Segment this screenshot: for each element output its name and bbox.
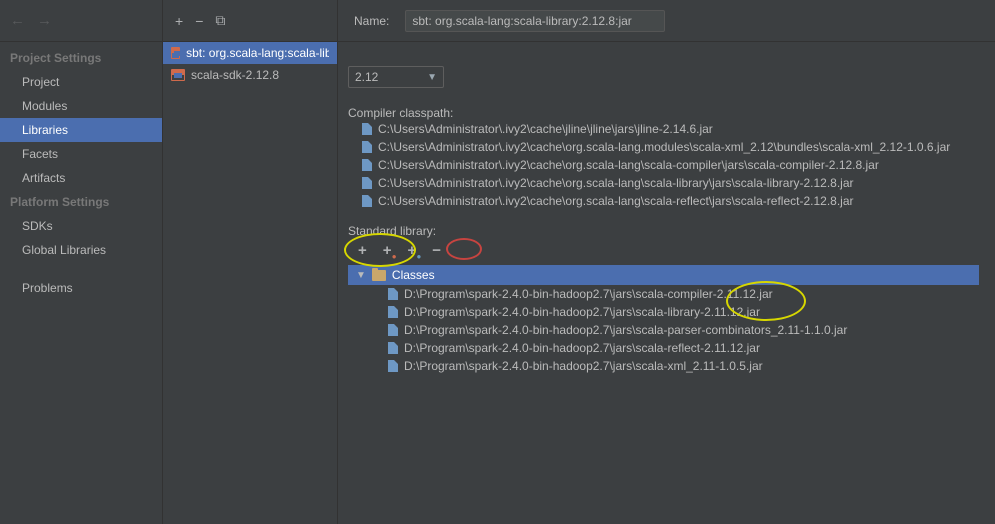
sidebar-item-sdks[interactable]: SDKs: [0, 214, 162, 238]
expand-icon: ▼: [356, 270, 366, 281]
classpath-text: C:\Users\Administrator\.ivy2\cache\jline…: [378, 122, 713, 136]
classpath-text: C:\Users\Administrator\.ivy2\cache\org.s…: [378, 158, 879, 172]
sidebar-item-global-libraries[interactable]: Global Libraries: [0, 238, 162, 262]
sidebar-heading-platform: Platform Settings: [0, 190, 162, 214]
class-text: D:\Program\spark-2.4.0-bin-hadoop2.7\jar…: [404, 287, 773, 301]
classes-tree: ▼ Classes D:\Program\spark-2.4.0-bin-had…: [348, 265, 979, 375]
version-combo[interactable]: 2.12 ▼: [348, 66, 444, 88]
class-text: D:\Program\spark-2.4.0-bin-hadoop2.7\jar…: [404, 323, 847, 337]
settings-sidebar: Project Settings Project Modules Librari…: [0, 42, 163, 524]
library-list-label: scala-sdk-2.12.8: [191, 68, 279, 82]
back-arrow[interactable]: ←: [10, 12, 25, 29]
copy-icon[interactable]: ⧉: [215, 12, 225, 29]
sidebar-item-libraries[interactable]: Libraries: [0, 118, 162, 142]
jar-icon: [388, 288, 398, 300]
add-blue-button[interactable]: +●: [408, 242, 417, 259]
remove-button[interactable]: −: [432, 242, 441, 259]
class-row[interactable]: D:\Program\spark-2.4.0-bin-hadoop2.7\jar…: [348, 339, 979, 357]
sidebar-item-modules[interactable]: Modules: [0, 94, 162, 118]
class-row[interactable]: D:\Program\spark-2.4.0-bin-hadoop2.7\jar…: [348, 285, 979, 303]
version-value: 2.12: [355, 70, 378, 84]
jar-icon: [388, 342, 398, 354]
library-icon: [171, 47, 180, 59]
classpath-text: C:\Users\Administrator\.ivy2\cache\org.s…: [378, 176, 854, 190]
library-list-item[interactable]: scala-sdk-2.12.8: [163, 64, 337, 86]
sidebar-item-project[interactable]: Project: [0, 70, 162, 94]
annotation-ellipse-red: [446, 238, 482, 260]
library-list-item[interactable]: sbt: org.scala-lang:scala-library:2.12.8…: [163, 42, 337, 64]
nav-arrows: ← →: [0, 0, 163, 41]
name-area: Name:: [338, 0, 995, 41]
annotation-ellipse-yellow: [344, 233, 416, 267]
class-text: D:\Program\spark-2.4.0-bin-hadoop2.7\jar…: [404, 341, 760, 355]
jar-icon: [362, 159, 372, 171]
jar-icon: [362, 123, 372, 135]
library-toolbar: + − ⧉: [163, 0, 338, 41]
remove-icon[interactable]: −: [195, 13, 203, 29]
detail-panel: 2.12 ▼ Compiler classpath: C:\Users\Admi…: [338, 42, 995, 524]
class-row[interactable]: D:\Program\spark-2.4.0-bin-hadoop2.7\jar…: [348, 357, 979, 375]
folder-icon: [372, 270, 386, 281]
library-list: sbt: org.scala-lang:scala-library:2.12.8…: [163, 42, 338, 524]
classpath-text: C:\Users\Administrator\.ivy2\cache\org.s…: [378, 140, 950, 154]
sidebar-heading-project: Project Settings: [0, 46, 162, 70]
jar-icon: [388, 306, 398, 318]
library-list-label: sbt: org.scala-lang:scala-library:2.12.8…: [186, 46, 329, 60]
forward-arrow[interactable]: →: [37, 12, 52, 29]
class-text: D:\Program\spark-2.4.0-bin-hadoop2.7\jar…: [404, 359, 763, 373]
classpath-row[interactable]: C:\Users\Administrator\.ivy2\cache\org.s…: [348, 156, 979, 174]
sidebar-item-problems[interactable]: Problems: [0, 276, 162, 300]
name-input[interactable]: [405, 10, 665, 32]
jar-icon: [362, 141, 372, 153]
jar-icon: [362, 195, 372, 207]
jar-icon: [388, 324, 398, 336]
sidebar-item-facets[interactable]: Facets: [0, 142, 162, 166]
classpath-row[interactable]: C:\Users\Administrator\.ivy2\cache\org.s…: [348, 192, 979, 210]
compiler-classpath-label: Compiler classpath:: [348, 106, 979, 120]
class-row[interactable]: D:\Program\spark-2.4.0-bin-hadoop2.7\jar…: [348, 321, 979, 339]
class-row[interactable]: D:\Program\spark-2.4.0-bin-hadoop2.7\jar…: [348, 303, 979, 321]
library-icon: [171, 69, 185, 81]
classpath-row[interactable]: C:\Users\Administrator\.ivy2\cache\org.s…: [348, 138, 979, 156]
add-button[interactable]: +: [358, 242, 367, 259]
name-label: Name:: [354, 14, 389, 28]
chevron-down-icon: ▼: [427, 72, 437, 83]
classes-label: Classes: [392, 268, 435, 282]
stdlib-toolbar: + +● +● −: [348, 238, 979, 263]
class-text: D:\Program\spark-2.4.0-bin-hadoop2.7\jar…: [404, 305, 760, 319]
add-icon[interactable]: +: [175, 13, 183, 29]
classes-node[interactable]: ▼ Classes: [348, 265, 979, 285]
standard-library-label: Standard library:: [348, 224, 979, 238]
top-bar: ← → + − ⧉ Name:: [0, 0, 995, 42]
jar-icon: [362, 177, 372, 189]
classpath-row[interactable]: C:\Users\Administrator\.ivy2\cache\jline…: [348, 120, 979, 138]
classpath-text: C:\Users\Administrator\.ivy2\cache\org.s…: [378, 194, 854, 208]
sidebar-item-artifacts[interactable]: Artifacts: [0, 166, 162, 190]
jar-icon: [388, 360, 398, 372]
classpath-row[interactable]: C:\Users\Administrator\.ivy2\cache\org.s…: [348, 174, 979, 192]
add-orange-button[interactable]: +●: [383, 242, 392, 259]
